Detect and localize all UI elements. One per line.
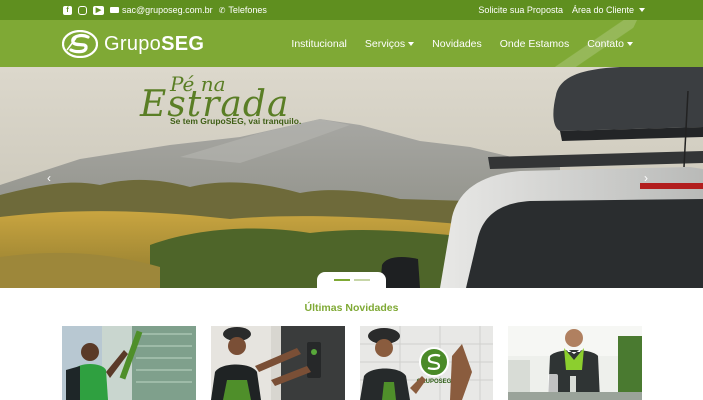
- slider-indicator[interactable]: [353, 279, 370, 281]
- slider-prev-arrow-icon[interactable]: ‹: [47, 171, 51, 185]
- news-card[interactable]: [508, 326, 642, 400]
- news-image-worker-window: [62, 326, 196, 400]
- slider-indicator-active[interactable]: [333, 279, 350, 281]
- chevron-down-icon: [639, 8, 645, 12]
- topbar-right: Solicite sua Proposta Área do Cliente: [478, 0, 645, 20]
- news-image-worker-counter: [508, 326, 642, 400]
- news-image-worker-badge: GRUPOSEG: [359, 326, 494, 400]
- news-section-title: Últimas Novidades: [304, 302, 399, 314]
- chevron-down-icon: [627, 41, 633, 46]
- email-text: sac@gruposeg.com.br: [122, 5, 213, 15]
- news-cards: GRUPOSEG: [62, 326, 642, 400]
- main-navbar: GrupoSEG Institucional Serviços Novidade…: [0, 20, 703, 67]
- phone-label: Telefones: [228, 5, 267, 15]
- menu-item-institucional[interactable]: Institucional: [291, 38, 346, 50]
- youtube-icon[interactable]: ▶: [93, 5, 104, 15]
- menu-item-novidades[interactable]: Novidades: [432, 38, 482, 50]
- news-card[interactable]: [62, 326, 196, 400]
- logo[interactable]: GrupoSEG: [62, 29, 204, 59]
- client-area-label: Área do Cliente: [571, 5, 634, 15]
- phone-link[interactable]: ✆ Telefones: [219, 5, 267, 15]
- quote-link[interactable]: Solicite sua Proposta: [478, 5, 563, 15]
- menu-item-servicos[interactable]: Serviços: [365, 38, 415, 50]
- main-menu: Institucional Serviços Novidades Onde Es…: [291, 20, 633, 67]
- client-area-dropdown[interactable]: Área do Cliente: [572, 5, 645, 15]
- phone-icon: ✆: [218, 5, 226, 15]
- news-card[interactable]: GRUPOSEG: [359, 326, 494, 400]
- menu-item-contato[interactable]: Contato: [587, 38, 633, 50]
- hero-subtitle: Se tem GrupoSEG, vai tranquilo.: [170, 116, 302, 126]
- topbar-left: f ▶ sac@gruposeg.com.br ✆ Telefones: [63, 0, 267, 20]
- menu-item-onde-estamos[interactable]: Onde Estamos: [500, 38, 569, 50]
- logo-text: GrupoSEG: [104, 32, 205, 55]
- news-image-worker-device: [210, 326, 345, 400]
- slider-next-arrow-icon[interactable]: ›: [644, 171, 648, 185]
- top-utility-bar: f ▶ sac@gruposeg.com.br ✆ Telefones Soli…: [0, 0, 703, 20]
- hero-slider[interactable]: Pé na Estrada Se tem GrupoSEG, vai tranq…: [0, 67, 703, 288]
- chevron-down-icon: [408, 41, 415, 46]
- instagram-icon[interactable]: [78, 5, 87, 15]
- gruposeg-logo-icon: [62, 30, 98, 58]
- facebook-icon[interactable]: f: [63, 5, 72, 15]
- hero-landscape-image: [0, 67, 703, 288]
- slider-indicators: [317, 272, 386, 288]
- news-card[interactable]: [210, 326, 345, 400]
- email-link[interactable]: sac@gruposeg.com.br: [110, 5, 213, 15]
- envelope-icon: [110, 7, 119, 13]
